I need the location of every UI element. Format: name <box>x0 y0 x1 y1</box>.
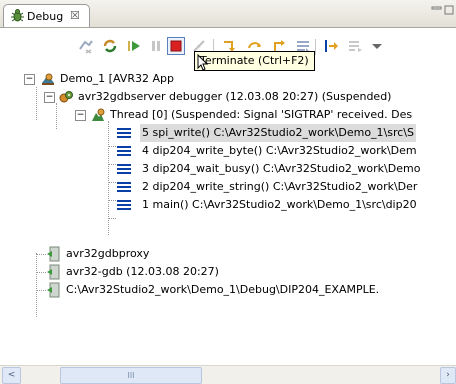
process-icon <box>46 246 62 262</box>
debug-tab-label: Debug <box>27 10 64 23</box>
minimize-maximize-icons[interactable] <box>430 5 454 20</box>
process-icon <box>46 282 62 298</box>
tree-label: 1 main() C:\Avr32Studio2_work\Demo_1\src… <box>142 198 417 211</box>
tree-label: 3 dip204_wait_busy() C:\Avr32Studio2_wor… <box>142 162 421 175</box>
process-icon <box>46 264 62 280</box>
debug-bug-icon <box>10 8 25 26</box>
terminate-button[interactable] <box>167 37 185 55</box>
stack-frame-icon <box>116 143 132 159</box>
stack-frame-icon <box>116 125 132 141</box>
stack-frame-icon <box>116 179 132 195</box>
toolbar-separator <box>315 39 316 55</box>
stack-frame-icon <box>116 161 132 177</box>
horizontal-scrollbar[interactable]: < III › <box>0 365 456 384</box>
scroll-right-button[interactable]: › <box>440 367 456 384</box>
tree-label: C:\Avr32Studio2_work\Demo_1\Debug\DIP204… <box>66 283 380 296</box>
tree-label: Thread [0] (Suspended: Signal 'SIGTRAP' … <box>110 108 413 121</box>
tree-label: 4 dip204_write_byte() C:\Avr32Studio2_wo… <box>142 144 417 157</box>
collapse-icon[interactable]: − <box>44 92 55 103</box>
mouse-cursor-icon <box>197 53 209 75</box>
view-menu-icon[interactable] <box>368 37 386 55</box>
resume-icon[interactable] <box>125 37 143 55</box>
use-step-filters-icon[interactable] <box>346 37 364 55</box>
remove-terminated-icon[interactable] <box>77 37 95 55</box>
instruction-stepping-icon[interactable] <box>322 37 340 55</box>
collapse-icon[interactable]: − <box>24 74 35 85</box>
scroll-left-button[interactable]: < <box>2 367 21 384</box>
debug-target-icon <box>58 89 74 105</box>
scrollbar-thumb[interactable]: III <box>60 367 202 384</box>
tree-connector <box>36 87 37 120</box>
tree-connector <box>56 103 57 129</box>
terminate-tooltip: Terminate (Ctrl+F2) <box>194 51 315 71</box>
view-tab-bar: Debug ☒ <box>0 0 456 28</box>
tree-label: avr32gdbserver debugger (12.03.08 20:27)… <box>78 90 392 103</box>
tree-label: avr32gdbproxy <box>66 247 150 260</box>
stack-frame-icon <box>116 197 132 213</box>
tree-label: 2 dip204_write_string() C:\Avr32Studio2_… <box>142 180 418 193</box>
tree-label: avr32-gdb (12.03.08 20:27) <box>66 265 219 278</box>
suspend-icon[interactable] <box>147 37 165 55</box>
relaunch-icon[interactable] <box>101 37 119 55</box>
tree-label: 5 spi_write() C:\Avr32Studio2_work\Demo_… <box>140 124 416 142</box>
launch-config-icon <box>40 71 56 87</box>
debug-tree: − Demo_1 [AVR32 App − avr32gdbserver deb… <box>0 70 456 365</box>
thread-icon <box>90 107 106 123</box>
tree-connector <box>36 253 37 317</box>
collapse-icon[interactable]: − <box>75 110 86 121</box>
close-tab-icon[interactable]: ☒ <box>70 9 80 22</box>
debug-view-tab[interactable]: Debug ☒ <box>3 4 90 27</box>
tree-label: Demo_1 [AVR32 App <box>60 72 174 85</box>
